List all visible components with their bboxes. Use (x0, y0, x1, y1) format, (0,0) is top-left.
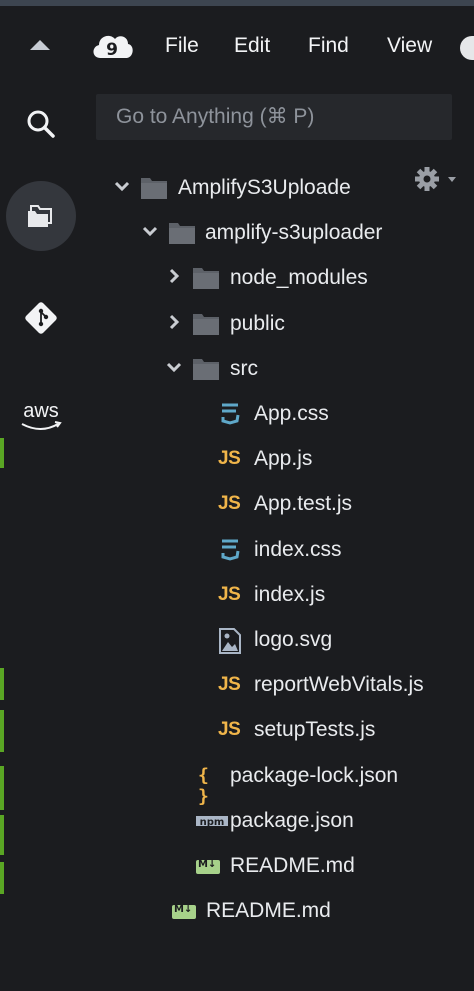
tree-item-label: index.css (254, 537, 342, 561)
top-menu-bar: 9 File Edit Find View (0, 0, 474, 92)
markdown-badge: M↓ (196, 859, 220, 874)
tree-item-label: App.css (254, 402, 329, 425)
tree-item-label: node_modules (230, 266, 368, 290)
menu-edit[interactable]: Edit (234, 34, 270, 58)
tree-file-row[interactable]: M↓ README.md (0, 891, 474, 931)
cloud9-logo-icon[interactable]: 9 (90, 30, 134, 62)
npm-icon: npm (196, 815, 228, 828)
js-badge: JS (218, 674, 241, 696)
tree-file-row[interactable]: M↓ README.md (0, 846, 474, 886)
folder-icon (193, 358, 219, 380)
search-icon (27, 110, 55, 138)
tree-item-label: logo.svg (254, 628, 333, 651)
menu-find[interactable]: Find (308, 34, 349, 58)
chevron-down-icon[interactable] (142, 223, 158, 239)
folder-icon (193, 313, 219, 335)
go-to-anything-input[interactable] (96, 94, 452, 140)
chevron-right-icon[interactable] (166, 268, 182, 284)
tree-folder-row[interactable]: public (0, 304, 474, 344)
npm-file-icon: npm (196, 809, 228, 833)
js-file-icon: JS (218, 718, 246, 742)
tree-file-row[interactable]: index.css (0, 530, 474, 570)
menu-overflow-edge (460, 36, 474, 60)
search-activity-button[interactable] (6, 89, 76, 159)
tree-file-row[interactable]: JS App.test.js (0, 484, 474, 524)
go-to-anything-box (96, 94, 452, 140)
tree-file-row[interactable]: JS index.js (0, 575, 474, 615)
tree-item-label: package.json (230, 808, 354, 832)
tree-item-label: package-lock.json (230, 763, 399, 787)
tree-file-row[interactable]: App.css (0, 394, 474, 434)
cloud9-logo-digit: 9 (106, 40, 118, 60)
css3-icon (221, 403, 240, 425)
tree-folder-row[interactable]: node_modules (0, 258, 474, 298)
folder-icon (169, 223, 195, 245)
svg-text:npm: npm (200, 817, 225, 828)
tree-folder-row[interactable]: amplify-s3uploader (0, 213, 474, 253)
markdown-file-icon: M↓ (196, 854, 224, 878)
tree-folder-row[interactable]: AmplifyS3Uploade (0, 168, 474, 208)
tree-item-label: App.js (254, 447, 313, 471)
folder-icon (141, 178, 167, 199)
js-file-icon: JS (218, 492, 246, 516)
tree-item-label: setupTests.js (254, 718, 376, 742)
json-file-icon: { } (196, 764, 224, 807)
tree-item-label: src (230, 356, 258, 380)
js-badge: JS (218, 448, 241, 470)
chevron-right-icon[interactable] (166, 314, 182, 330)
collapse-toggle-icon[interactable] (30, 40, 50, 50)
folder-icon (193, 268, 219, 290)
tree-item-label: README.md (206, 899, 331, 923)
chevron-down-icon[interactable] (114, 178, 130, 194)
tree-item-label: index.js (254, 582, 326, 606)
tree-file-row[interactable]: npm package.json (0, 801, 474, 841)
js-badge: JS (218, 493, 241, 515)
image-icon (219, 628, 241, 654)
css-file-icon (218, 402, 246, 426)
js-file-icon: JS (218, 447, 246, 471)
js-file-icon: JS (218, 583, 246, 607)
tree-folder-row[interactable]: src (0, 349, 474, 389)
markdown-badge: M↓ (172, 904, 196, 920)
image-file-icon (218, 628, 246, 654)
menu-view[interactable]: View (387, 34, 432, 58)
tree-file-row[interactable]: logo.svg (0, 620, 474, 660)
tree-file-row[interactable]: { } package-lock.json (0, 756, 474, 807)
chevron-down-icon[interactable] (166, 359, 182, 375)
css-file-icon (218, 538, 246, 562)
tree-file-row[interactable]: JS reportWebVitals.js (0, 665, 474, 705)
js-badge: JS (218, 583, 241, 605)
tree-item-label: reportWebVitals.js (254, 673, 424, 697)
menu-file[interactable]: File (165, 34, 199, 58)
js-file-icon: JS (218, 673, 246, 697)
ide-window: 9 File Edit Find View aws Go to Anything… (0, 0, 474, 991)
tree-item-label: README.md (230, 854, 355, 877)
tree-item-label: amplify-s3uploader (205, 221, 383, 245)
tree-item-label: public (230, 311, 285, 335)
tree-file-row[interactable]: JS App.js (0, 439, 474, 479)
markdown-file-icon: M↓ (172, 899, 200, 923)
tree-item-label: AmplifyS3Uploade (178, 176, 351, 199)
js-badge: JS (218, 719, 241, 741)
tree-item-label: App.test.js (254, 492, 353, 516)
window-top-edge (0, 0, 474, 6)
css3-icon (221, 539, 240, 561)
tree-file-row[interactable]: JS setupTests.js (0, 710, 474, 750)
